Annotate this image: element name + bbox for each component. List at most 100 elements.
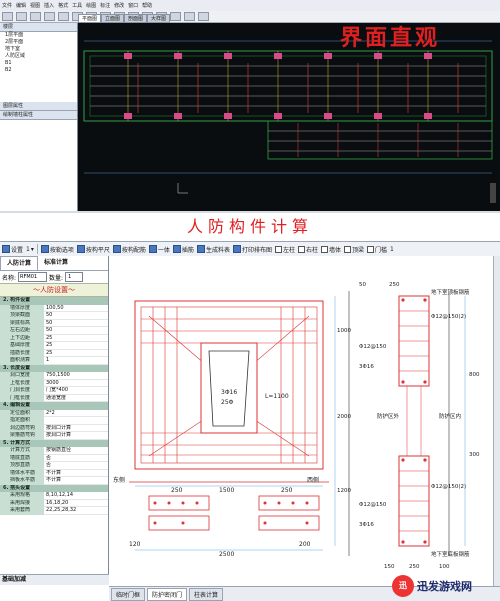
cad-canvas[interactable]: 平面图 立面图 剖面图 大样图 界面直观 [78, 14, 500, 211]
property-key: 定位面积 [0, 409, 44, 417]
options-button[interactable]: 按勒选项 [40, 245, 74, 254]
menu-item[interactable]: 帮助 [142, 2, 152, 9]
menu-item[interactable]: 绘图 [86, 2, 96, 9]
dim-label: 250 [171, 487, 183, 494]
property-key: 墙体水平筋 [0, 469, 44, 477]
count-select[interactable]: 1 [390, 246, 394, 253]
tree-item[interactable]: 地下室 [0, 46, 77, 53]
tab-detail[interactable]: 大样图 [147, 14, 171, 23]
property-value[interactable]: 8,10,12,14 [44, 492, 108, 500]
beam-icon[interactable] [170, 12, 181, 21]
print-layout-button[interactable]: 打印排布图 [232, 245, 272, 254]
menu-item[interactable]: 格式 [58, 2, 68, 9]
property-value[interactable]: 50 [44, 312, 108, 320]
door-frame-drawing: 3Φ16 25Φ L=1100 东侧 西侧 250 1500 250 120 2… [113, 282, 480, 570]
print-icon[interactable] [44, 12, 55, 21]
name-input[interactable]: RFM01 [18, 272, 48, 282]
property-value[interactable]: 不计算 [44, 477, 108, 485]
property-value[interactable]: 1 [44, 357, 108, 365]
tab-elevation[interactable]: 立面图 [101, 14, 125, 23]
menu-item[interactable]: 文件 [2, 2, 12, 9]
rebar-icon[interactable] [198, 12, 209, 21]
property-section[interactable]: 6. 搭头设置 [0, 484, 108, 492]
menu-item[interactable]: 工具 [72, 2, 82, 9]
settings-button[interactable]: 设置 [2, 245, 23, 254]
tab-standard[interactable]: 标准计算 [38, 256, 74, 270]
property-value[interactable]: 25 [44, 334, 108, 342]
settings-select[interactable]: 1 ▾ [26, 246, 34, 253]
tab-section[interactable]: 剖面图 [124, 14, 148, 23]
rebar-drawing[interactable]: 3Φ16 25Φ L=1100 东侧 西侧 250 1500 250 120 2… [109, 256, 500, 586]
property-value[interactable]: 通道宽度 [44, 394, 108, 402]
undo-icon[interactable] [58, 12, 69, 21]
menu-item[interactable]: 编辑 [16, 2, 26, 9]
property-value[interactable]: 100,50 [44, 304, 108, 312]
rebar-config-button[interactable]: 按构配筋 [112, 245, 146, 254]
bottom-note: 地下室底板钢筋 [431, 550, 470, 558]
tree-item[interactable]: 人防区域 [0, 53, 77, 60]
tab-plan[interactable]: 平面图 [78, 14, 102, 23]
property-row: 上下边距 25 [0, 334, 108, 342]
checkbox[interactable] [321, 245, 328, 253]
property-row: 挡板水平筋 不计算 [0, 477, 108, 485]
dim-label: 150 [384, 564, 395, 570]
tree-item[interactable]: 2层平面 [0, 39, 77, 46]
tab-temp-door-frame[interactable]: 临时门框 [111, 587, 146, 601]
property-key: 指定面积 [0, 417, 44, 425]
wall-toggle[interactable]: 墙体 [321, 245, 341, 254]
property-value[interactable]: 按洞口计算 [44, 432, 108, 440]
tree-item[interactable]: 1层平面 [0, 32, 77, 39]
size-button[interactable]: 按构平尺 [76, 245, 110, 254]
property-value[interactable]: 按洞口计算 [44, 424, 108, 432]
left-column-toggle[interactable]: 左柱 [274, 245, 295, 254]
property-value[interactable]: 否 [44, 462, 108, 470]
property-value[interactable]: 16,18,20 [44, 499, 108, 507]
checkbox[interactable] [344, 245, 352, 253]
integrate-button[interactable]: 一体 [148, 245, 170, 254]
property-value[interactable]: 750,1500 [44, 372, 108, 380]
tab-column-table[interactable]: 柱表计算 [189, 587, 224, 601]
name-row: 名称: RFM01 数量: 1 [0, 271, 108, 283]
tree-item[interactable]: B1 [0, 60, 77, 67]
generate-list-button[interactable]: 生成料表 [196, 245, 230, 254]
property-value[interactable]: 22,25,28,32 [44, 507, 108, 515]
property-key: 3. 长度设置 [0, 364, 108, 372]
tab-civil-defense[interactable]: 人防计算 [0, 256, 39, 270]
menu-item[interactable]: 标注 [100, 2, 110, 9]
tab-protective-door[interactable]: 防护密闭门 [147, 587, 188, 601]
property-value[interactable]: 按钢筋直径 [44, 447, 108, 455]
property-value[interactable]: 门宽*400 [44, 387, 108, 395]
property-value[interactable]: 否 [44, 454, 108, 462]
new-icon[interactable] [2, 12, 13, 21]
slab-icon[interactable] [184, 12, 195, 21]
menu-item[interactable]: 修改 [114, 2, 124, 9]
property-value[interactable] [44, 417, 108, 425]
checkbox[interactable] [297, 245, 305, 253]
save-icon[interactable] [30, 12, 41, 21]
vertical-scrollbar[interactable] [493, 256, 500, 586]
property-value[interactable]: 2*2 [44, 409, 108, 417]
sill-toggle[interactable]: 门槛 [367, 245, 387, 254]
property-section[interactable]: 2. 构件设置 [0, 297, 108, 305]
menu-item[interactable]: 窗口 [128, 2, 138, 9]
property-value[interactable]: 50 [44, 319, 108, 327]
property-value[interactable]: 3000 [44, 379, 108, 387]
checkbox[interactable] [274, 245, 282, 253]
property-value[interactable]: 不计算 [44, 469, 108, 477]
property-value[interactable]: 25 [44, 349, 108, 357]
property-section[interactable]: 5. 计算方式 [0, 439, 108, 447]
qty-select[interactable]: 1 [65, 272, 84, 282]
property-section[interactable]: 4. 编辑设置 [0, 402, 108, 410]
checkbox[interactable] [367, 245, 375, 253]
property-section[interactable]: 3. 长度设置 [0, 364, 108, 372]
property-value[interactable]: 50 [44, 327, 108, 335]
insert-rebar-button[interactable]: 插筋 [172, 245, 194, 254]
property-key: 梁底标高 [0, 319, 44, 327]
tree-item[interactable]: B2 [0, 67, 77, 74]
menu-item[interactable]: 插入 [44, 2, 54, 9]
open-icon[interactable] [16, 12, 27, 21]
menu-item[interactable]: 视图 [30, 2, 40, 9]
top-beam-toggle[interactable]: 顶梁 [344, 245, 364, 254]
property-value[interactable]: 25 [44, 342, 108, 350]
right-column-toggle[interactable]: 右柱 [297, 245, 318, 254]
